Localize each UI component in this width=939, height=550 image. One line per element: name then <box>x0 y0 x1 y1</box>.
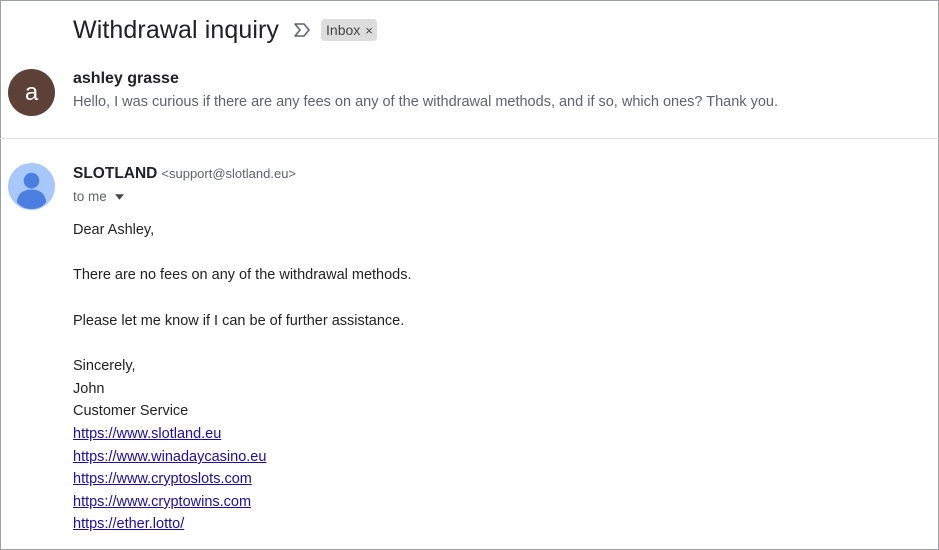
message1-snippet[interactable]: Hello, I was curious if there are any fe… <box>73 94 778 110</box>
sender-avatar: a <box>8 69 55 116</box>
chevron-down-icon[interactable] <box>114 193 124 200</box>
message-divider <box>0 138 939 139</box>
avatar-letter: a <box>24 78 39 106</box>
remove-label-icon[interactable]: × <box>365 23 373 38</box>
label-text: Inbox <box>326 22 361 38</box>
link-ether-lotto[interactable]: https://ether.lotto/ <box>73 516 184 532</box>
message1-sender-name[interactable]: ashley grasse <box>73 70 179 88</box>
important-marker-icon[interactable] <box>293 21 311 39</box>
signature-title: Customer Service <box>73 403 189 419</box>
subject-header: Withdrawal inquiry Inbox × <box>73 12 377 48</box>
message-paragraph-2: Please let me know if I can be of furthe… <box>73 313 405 329</box>
message-greeting: Dear Ashley, <box>73 222 155 238</box>
link-winadaycasino[interactable]: https://www.winadaycasino.eu <box>73 449 266 465</box>
link-cryptoslots[interactable]: https://www.cryptoslots.com <box>73 471 252 487</box>
recipient-text: to me <box>73 189 107 204</box>
link-cryptowins[interactable]: https://www.cryptowins.com <box>73 494 251 510</box>
default-avatar-icon <box>8 163 55 210</box>
message2-sender-name[interactable]: SLOTLAND <box>73 165 157 183</box>
recipient-details-toggle[interactable]: to me <box>73 189 124 204</box>
signature-name: John <box>73 381 105 397</box>
thread-subject: Withdrawal inquiry <box>73 15 280 44</box>
link-slotland[interactable]: https://www.slotland.eu <box>73 426 221 442</box>
message2-sender-email: <support@slotland.eu> <box>161 166 297 181</box>
message-closing: Sincerely, <box>73 358 136 374</box>
message2-header: SLOTLAND <support@slotland.eu> <box>73 165 296 183</box>
inbox-label-chip: Inbox × <box>321 19 377 41</box>
message-paragraph-1: There are no fees on any of the withdraw… <box>73 267 412 283</box>
